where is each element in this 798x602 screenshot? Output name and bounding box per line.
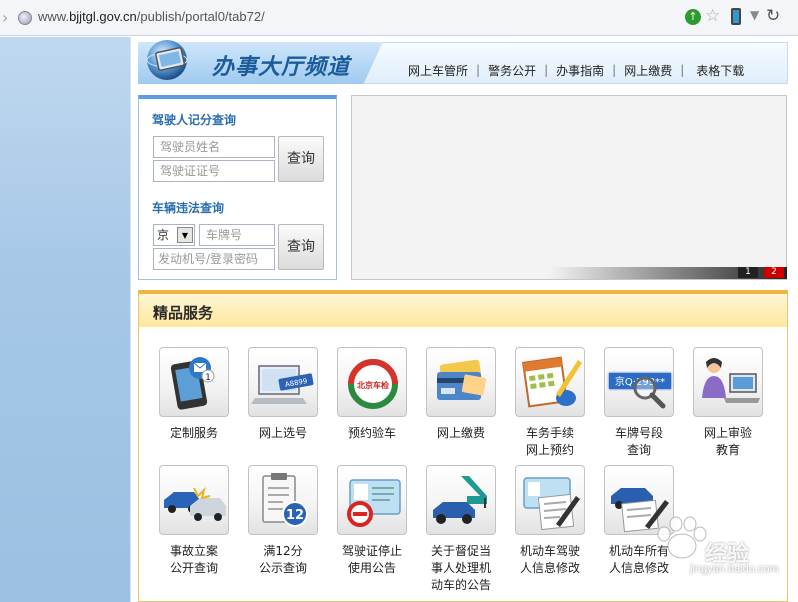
channel-nav: 网上车管所 | 警务公开 | 办事指南 | 网上缴费 | 表格下载 [400,62,752,78]
service-label: 关于督促当 事人处理机 动车的公告 [430,544,491,592]
service-vehicle-notice[interactable]: 关于督促当 事人处理机 动车的公告 [426,465,496,594]
service-12-points[interactable]: 12 满12分 公示查询 [248,465,318,577]
service-appointment[interactable]: 车务手续 网上预约 [515,347,585,459]
nav-online-payment[interactable]: 网上缴费 [616,62,680,79]
service-license-stop[interactable]: 驾驶证停止 使用公告 [337,465,407,577]
nav-online-dmv[interactable]: 网上车管所 [400,62,476,79]
region-select[interactable]: 京 ▼ [153,224,195,246]
nav-police-affairs[interactable]: 警务公开 [480,62,544,79]
car-crash-icon[interactable] [159,465,229,535]
service-label: 车务手续 网上预约 [525,426,574,457]
service-custom[interactable]: 1 定制服务 [159,347,229,442]
engine-password-input[interactable]: 发动机号/登录密码 [153,248,275,270]
globe-icon [18,11,32,25]
service-label: 网上缴费 [436,426,485,440]
bank-cards-icon[interactable] [426,347,496,417]
driver-points-title: 驾驶人记分查询 [152,113,237,127]
service-online-payment[interactable]: 网上缴费 [426,347,496,442]
nav-form-download[interactable]: 表格下载 [684,62,752,79]
dropdown-arrow-icon[interactable]: ▼ [750,8,759,22]
chevron-icon: › [2,8,9,27]
service-driver-info-edit[interactable]: 机动车驾驶 人信息修改 [515,465,585,577]
service-label: 驾驶证停止 使用公告 [341,544,402,575]
service-label: 车牌号段 查询 [614,426,663,457]
driver-name-input[interactable]: 驾驶员姓名 [153,136,275,158]
phone-mail-icon[interactable]: 1 [159,347,229,417]
services-header [139,294,787,327]
license-stop-icon[interactable] [337,465,407,535]
laptop-plate-icon[interactable]: A8899 [248,347,318,417]
banner-page-2[interactable]: 2 [764,267,784,278]
service-label: 预约验车 [347,426,396,440]
service-plate-range[interactable]: 京Q·299** 车牌号段查询 [604,347,674,459]
banner-slideshow[interactable]: 1 2 [351,95,787,280]
svg-text:北京车检: 北京车检 [357,380,389,390]
url-text[interactable]: www.bjjtgl.gov.cn/publish/portal0/tab72/ [38,9,265,24]
go-arrow-icon[interactable]: ↑ [685,9,701,25]
license-number-input[interactable]: 驾驶证证号 [153,160,275,182]
region-selected-value: 京 [157,228,170,242]
service-plate-select[interactable]: A8899 网上选号 [248,347,318,442]
service-inspection[interactable]: 北京车检 预约验车 [337,347,407,442]
watermark-site: jingyan.baidu.com [690,563,779,575]
service-label: 机动车驾驶 人信息修改 [519,544,580,575]
badge-12: 12 [286,508,304,523]
reload-icon[interactable]: ↻ [766,6,780,26]
services-title: 精品服务 [153,304,214,322]
channel-title: 办事大厅频道 [212,54,351,80]
mobile-icon[interactable] [731,8,741,25]
plate-magnifier-icon[interactable]: 京Q·299** [604,347,674,417]
banner-page-1[interactable]: 1 [738,267,758,278]
service-label: 事故立案 公开查询 [169,544,218,575]
service-label: 定制服务 [169,426,218,440]
page-left-background [0,37,130,602]
license-edit-icon[interactable] [515,465,585,535]
service-label: 满12分 公示查询 [258,544,307,575]
vehicle-query-button[interactable]: 查询 [278,224,324,270]
plate-number-input[interactable]: 车牌号 [199,224,275,246]
vehicle-violation-title: 车辆违法查询 [152,201,225,215]
bookmark-star-icon[interactable]: ☆ [705,6,720,26]
service-accident-query[interactable]: 事故立案 公开查询 [159,465,229,577]
clipboard-12-icon[interactable]: 12 [248,465,318,535]
svg-text:1: 1 [205,373,211,383]
service-label: 网上选号 [258,426,307,440]
person-computer-icon[interactable] [693,347,763,417]
inspection-stamp-icon[interactable]: 北京车检 [337,347,407,417]
globe-monitor-icon [146,40,188,80]
driver-query-button[interactable]: 查询 [278,136,324,182]
chevron-down-icon[interactable]: ▼ [177,227,193,243]
service-label: 网上审验 教育 [703,426,752,457]
service-online-review[interactable]: 网上审验 教育 [693,347,763,459]
calendar-pen-icon[interactable] [515,347,585,417]
tow-crane-icon[interactable] [426,465,496,535]
nav-service-guide[interactable]: 办事指南 [548,62,612,79]
browser-address-bar[interactable]: › www.bjjtgl.gov.cn/publish/portal0/tab7… [0,0,798,36]
